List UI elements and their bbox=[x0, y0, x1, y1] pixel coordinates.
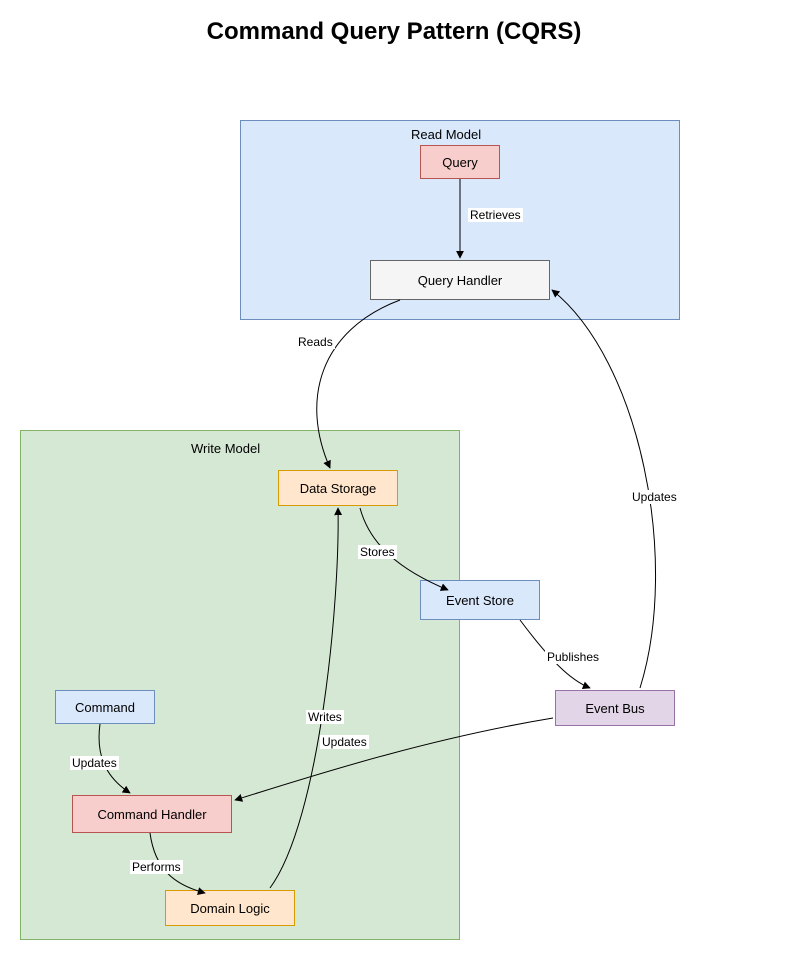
domain-logic-label: Domain Logic bbox=[190, 901, 270, 916]
edge-label-updates-cmd-ch: Updates bbox=[70, 756, 119, 770]
edge-label-stores: Stores bbox=[358, 545, 397, 559]
command-handler-node: Command Handler bbox=[72, 795, 232, 833]
event-bus-label: Event Bus bbox=[585, 701, 644, 716]
data-storage-node: Data Storage bbox=[278, 470, 398, 506]
query-node: Query bbox=[420, 145, 500, 179]
event-bus-node: Event Bus bbox=[555, 690, 675, 726]
command-handler-label: Command Handler bbox=[97, 807, 206, 822]
edge-label-performs: Performs bbox=[130, 860, 183, 874]
domain-logic-node: Domain Logic bbox=[165, 890, 295, 926]
query-handler-label: Query Handler bbox=[418, 273, 503, 288]
query-label: Query bbox=[442, 155, 477, 170]
command-label: Command bbox=[75, 700, 135, 715]
diagram-title: Command Query Pattern (CQRS) bbox=[0, 18, 788, 46]
data-storage-label: Data Storage bbox=[300, 481, 377, 496]
command-node: Command bbox=[55, 690, 155, 724]
edge-label-reads: Reads bbox=[296, 335, 335, 349]
query-handler-node: Query Handler bbox=[370, 260, 550, 300]
read-model-label: Read Model bbox=[411, 127, 481, 142]
edge-label-publishes: Publishes bbox=[545, 650, 601, 664]
write-model-label: Write Model bbox=[191, 441, 260, 456]
event-store-label: Event Store bbox=[446, 593, 514, 608]
edge-label-updates-bus-qh: Updates bbox=[630, 490, 679, 504]
edge-label-retrieves: Retrieves bbox=[468, 208, 523, 222]
edge-label-updates-bus-ch: Updates bbox=[320, 735, 369, 749]
edge-label-writes: Writes bbox=[306, 710, 344, 724]
event-store-node: Event Store bbox=[420, 580, 540, 620]
write-model-container: Write Model bbox=[20, 430, 460, 940]
